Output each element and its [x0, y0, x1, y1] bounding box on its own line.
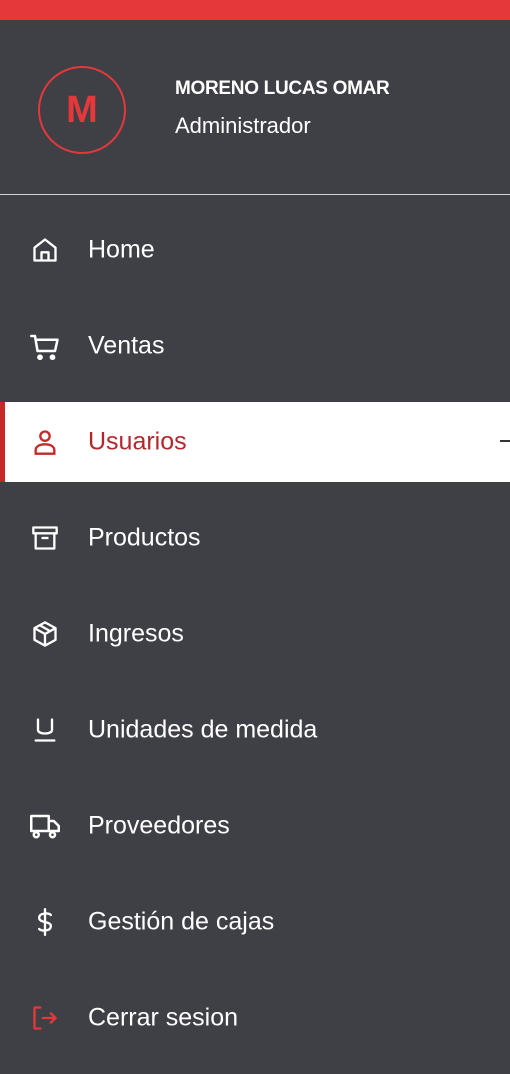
sidebar-item-ingresos[interactable]: Ingresos	[0, 594, 510, 674]
sidebar-item-label: Productos	[88, 523, 201, 552]
top-accent-bar	[0, 0, 510, 20]
sidebar-item-label: Unidades de medida	[88, 715, 318, 744]
sidebar-item-label: Cerrar sesion	[88, 1003, 239, 1032]
avatar[interactable]: M	[38, 66, 126, 154]
sidebar-item-usuarios[interactable]: Usuarios	[0, 402, 510, 482]
sidebar-item-unidades[interactable]: Unidades de medida	[0, 690, 510, 770]
edge-mark	[500, 440, 510, 442]
logout-icon	[30, 1003, 60, 1033]
sidebar-item-label: Ventas	[88, 331, 165, 360]
sidebar-item-proveedores[interactable]: Proveedores	[0, 786, 510, 866]
sidebar-item-ventas[interactable]: Ventas	[0, 306, 510, 386]
user-profile: M MORENO LUCAS OMAR Administrador	[0, 20, 510, 195]
truck-icon	[30, 811, 60, 841]
sidebar-item-gestion-cajas[interactable]: Gestión de cajas	[0, 882, 510, 962]
dollar-icon	[30, 907, 60, 937]
sidebar-item-label: Usuarios	[88, 427, 187, 456]
sidebar-item-label: Proveedores	[88, 811, 230, 840]
archive-icon	[30, 523, 60, 553]
user-role: Administrador	[175, 113, 311, 138]
sidebar-item-cerrar-sesion[interactable]: Cerrar sesion	[0, 978, 510, 1058]
sidebar-item-label: Gestión de cajas	[88, 907, 275, 936]
sidebar-menu: Home Ventas Usuarios Productos Ingresos …	[0, 210, 510, 1074]
sidebar-item-label: Ingresos	[88, 619, 184, 648]
cube-icon	[30, 619, 60, 649]
cart-icon	[30, 331, 60, 361]
user-name: MORENO LUCAS OMAR	[175, 78, 390, 99]
sidebar-item-label: Home	[88, 235, 155, 264]
user-icon	[30, 427, 60, 457]
units-icon	[30, 715, 60, 745]
sidebar-item-productos[interactable]: Productos	[0, 498, 510, 578]
sidebar-item-home[interactable]: Home	[0, 210, 510, 290]
home-icon	[30, 235, 60, 265]
